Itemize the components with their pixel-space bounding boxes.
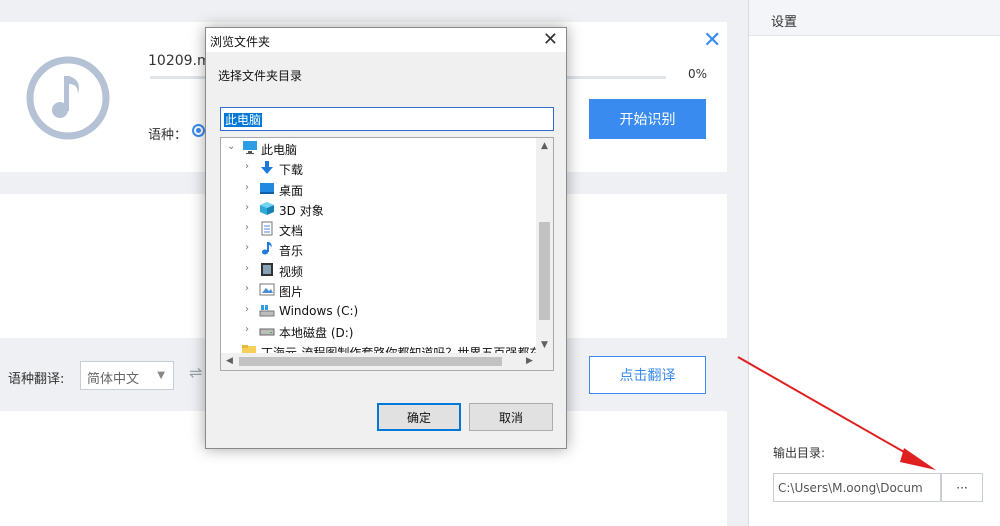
output-dir-field[interactable]: C:\Users\M.oong\Docum (773, 473, 941, 502)
chevron-right-icon[interactable]: › (245, 304, 255, 315)
tree-item-label: 音乐 (279, 244, 304, 258)
scroll-up-icon[interactable]: ▲ (536, 138, 553, 155)
chevron-right-icon[interactable]: › (245, 283, 255, 294)
scroll-down-icon[interactable]: ▼ (536, 337, 553, 354)
settings-title: 设置 (749, 0, 1000, 36)
tree-item-label: 本地磁盘 (D:) (279, 326, 354, 340)
scrollbar-corner (536, 353, 553, 370)
folder-path-input[interactable]: 此电脑 (220, 107, 554, 131)
browse-button[interactable]: ··· (941, 473, 983, 502)
translate-language-select[interactable]: 简体中文 ▼ (80, 361, 174, 390)
local-disk-icon (259, 328, 275, 336)
desktop-icon (260, 183, 274, 194)
tree-item-label: 图片 (279, 285, 304, 299)
dialog-title: 浏览文件夹 (210, 35, 271, 49)
video-icon (261, 263, 273, 276)
chevron-down-icon: ▼ (157, 370, 165, 381)
tree-item-label: Windows (C:) (279, 304, 359, 318)
folder-tree[interactable]: ⌄ 此电脑 › 下载 › 桌面 › 3D 对象 › 文档 › 音乐 › 视频 ›… (220, 137, 554, 371)
start-recognition-button[interactable]: 开始识别 (589, 99, 706, 139)
output-dir-label: 输出目录: (773, 446, 826, 460)
chevron-right-icon[interactable]: › (245, 161, 255, 172)
cancel-button[interactable]: 取消 (469, 403, 553, 431)
chevron-right-icon[interactable]: › (245, 182, 255, 193)
scroll-left-icon[interactable]: ◀ (221, 353, 238, 370)
music-icon (262, 242, 272, 255)
pc-icon (243, 141, 257, 154)
scroll-thumb[interactable] (239, 357, 502, 366)
3d-objects-icon (260, 202, 274, 215)
chevron-right-icon[interactable]: › (245, 202, 255, 213)
close-icon[interactable]: ✕ (703, 30, 721, 52)
tree-item-label: 桌面 (279, 184, 304, 198)
translate-language-value: 简体中文 (87, 372, 140, 387)
ok-button[interactable]: 确定 (377, 403, 461, 431)
chevron-right-icon[interactable]: › (245, 222, 255, 233)
progress-percent: 0% (688, 67, 708, 81)
tree-item-label: 视频 (279, 265, 304, 279)
folder-path-value: 此电脑 (224, 113, 263, 127)
pictures-icon (259, 283, 275, 296)
translate-label: 语种翻译: (8, 372, 65, 387)
tree-item-label: 下载 (279, 163, 304, 177)
windows-drive-icon (259, 305, 275, 317)
tree-item-label: 此电脑 (261, 143, 298, 157)
dialog-close-icon[interactable]: ✕ (543, 29, 558, 50)
settings-panel: 设置 输出目录: C:\Users\M.oong\Docum ··· (748, 0, 1000, 526)
tree-horizontal-scrollbar[interactable]: ◀ ▶ (221, 353, 538, 370)
tree-vertical-scrollbar[interactable]: ▲ ▼ (536, 138, 553, 354)
language-radio[interactable] (192, 124, 205, 137)
download-icon (261, 161, 273, 174)
scroll-thumb[interactable] (539, 222, 550, 320)
chevron-right-icon[interactable]: › (245, 324, 255, 335)
dialog-titlebar: 浏览文件夹 ✕ (206, 28, 566, 52)
tree-item-label: 3D 对象 (279, 204, 324, 218)
documents-icon (261, 221, 273, 236)
dialog-prompt: 选择文件夹目录 (218, 69, 303, 83)
tree-item-label: 文档 (279, 224, 304, 238)
chevron-down-icon[interactable]: ⌄ (227, 141, 237, 152)
music-note-icon (26, 56, 110, 140)
swap-icon[interactable]: ⇌ (189, 365, 205, 381)
browse-folder-dialog: 浏览文件夹 ✕ 选择文件夹目录 此电脑 ⌄ 此电脑 › 下载 › 桌面 › 3D… (205, 27, 567, 449)
translate-button[interactable]: 点击翻译 (589, 356, 706, 394)
chevron-right-icon[interactable]: › (245, 263, 255, 274)
language-label: 语种： (148, 128, 188, 143)
chevron-right-icon[interactable]: › (245, 242, 255, 253)
